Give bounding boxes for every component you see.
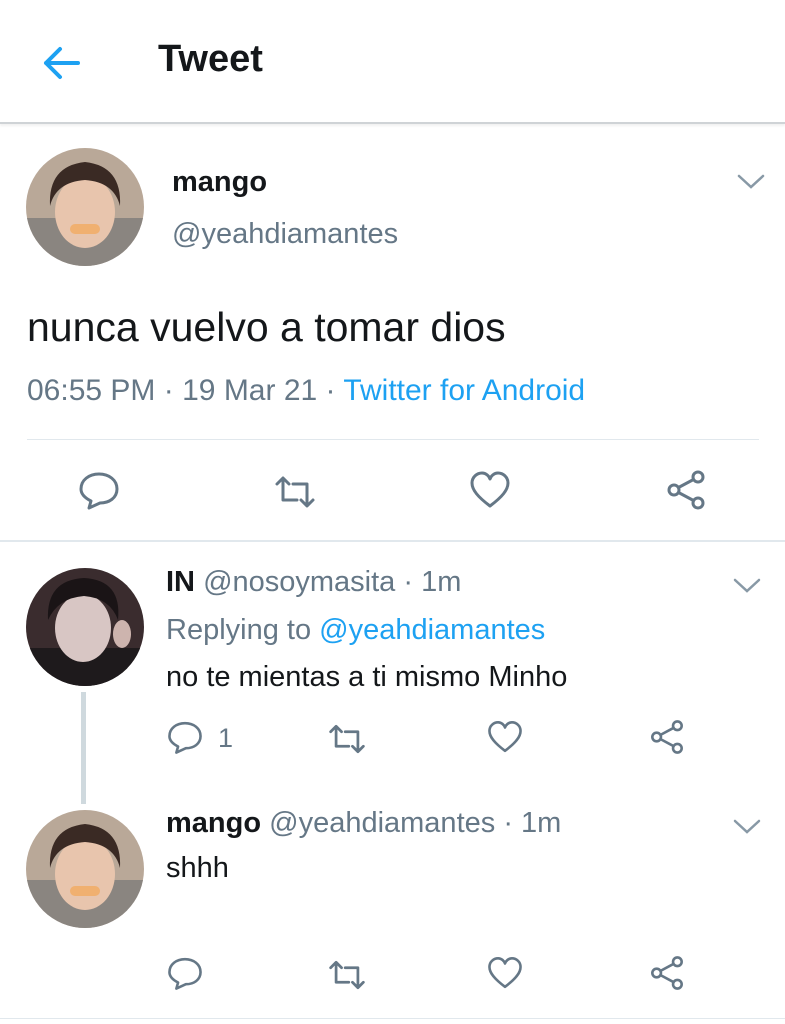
author-name[interactable]: IN <box>166 566 195 598</box>
chevron-down-icon[interactable] <box>732 817 762 837</box>
reply-header: mango @yeahdiamantes · 1m <box>166 807 561 840</box>
chevron-down-icon[interactable] <box>732 576 762 596</box>
author-handle[interactable]: @yeahdiamantes <box>269 807 495 839</box>
share-icon[interactable] <box>664 468 708 512</box>
tweet-time: 1m <box>521 807 562 839</box>
meta-separator: · <box>403 566 414 598</box>
replying-to: Replying to @yeahdiamantes <box>166 614 545 647</box>
avatar[interactable] <box>26 568 144 686</box>
reply-icon[interactable] <box>77 468 121 512</box>
reply-count: 1 <box>218 723 234 753</box>
heart-icon[interactable] <box>468 468 512 512</box>
tweet-text: no te mientas a ti mismo Minho <box>166 661 568 693</box>
chevron-down-icon[interactable] <box>736 172 766 192</box>
retweet-icon[interactable] <box>327 719 367 759</box>
reply-icon[interactable] <box>166 718 204 756</box>
author-name[interactable]: mango <box>166 807 261 839</box>
tweet-meta: 06:55 PM · 19 Mar 21 · Twitter for Andro… <box>27 374 585 408</box>
divider <box>0 540 785 542</box>
divider <box>0 1018 785 1019</box>
reply-header: IN @nosoymasita · 1m <box>166 566 461 599</box>
tweet-text: nunca vuelvo a tomar dios <box>27 304 506 350</box>
tweet-time: 06:55 PM <box>27 374 156 407</box>
top-bar: Tweet <box>0 0 785 124</box>
meta-separator: · <box>163 374 174 407</box>
avatar[interactable] <box>26 148 144 266</box>
author-name[interactable]: mango <box>172 166 267 199</box>
heart-icon[interactable] <box>486 718 524 756</box>
replying-to-link[interactable]: @yeahdiamantes <box>319 614 545 646</box>
tweet-date: 19 Mar 21 <box>182 374 318 407</box>
reply-icon[interactable] <box>166 954 204 992</box>
meta-separator: · <box>325 374 336 407</box>
thread-line <box>81 692 86 804</box>
meta-separator: · <box>503 807 513 839</box>
tweet-source-link[interactable]: Twitter for Android <box>343 374 585 407</box>
back-arrow-icon[interactable] <box>40 42 82 84</box>
author-handle[interactable]: @yeahdiamantes <box>172 218 398 251</box>
replying-prefix: Replying to <box>166 614 312 646</box>
tweet-text: shhh <box>166 852 229 884</box>
avatar[interactable] <box>26 810 144 928</box>
tweet-time: 1m <box>421 566 462 598</box>
author-handle[interactable]: @nosoymasita <box>203 566 395 598</box>
divider <box>27 439 759 440</box>
retweet-icon[interactable] <box>327 955 367 995</box>
share-icon[interactable] <box>648 954 686 992</box>
heart-icon[interactable] <box>486 954 524 992</box>
page-title: Tweet <box>158 38 263 80</box>
share-icon[interactable] <box>648 718 686 756</box>
retweet-icon[interactable] <box>273 470 317 514</box>
